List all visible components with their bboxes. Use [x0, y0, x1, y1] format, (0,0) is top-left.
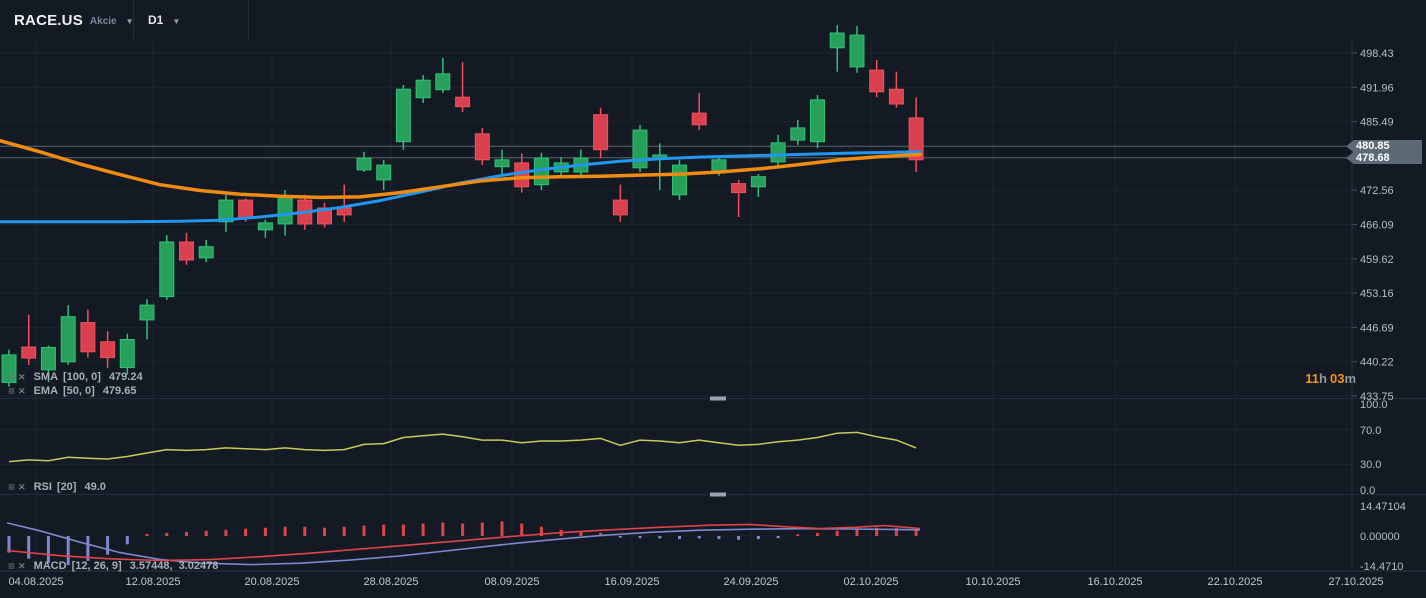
gridlines: [0, 42, 1357, 571]
indicator-params: [12, 26, 9]: [72, 560, 122, 572]
countdown-minutes-unit: m: [1344, 371, 1356, 386]
timeframe-label: D1: [148, 13, 163, 27]
indicator-legend-macd: ≡ ✕ MACD [12, 26, 9] 3.57448, 3.02478: [8, 559, 218, 573]
candles-layer: [2, 25, 923, 387]
price-axis-area[interactable]: [1352, 42, 1426, 571]
chevron-down-icon: ▼: [172, 17, 180, 26]
indicator-legend-sma: ≡ ✕ SMA [100, 0] 479.24: [8, 370, 143, 384]
indicator-params: [20]: [57, 481, 77, 493]
timeframe-selector[interactable]: D1 ▼: [148, 0, 180, 40]
pane-resize-handle[interactable]: [710, 493, 726, 497]
trading-chart-window: 498.43491.96485.49472.56466.09459.62453.…: [0, 0, 1426, 598]
instrument-type-label: Akcie: [90, 16, 117, 27]
indicator-name: EMA: [34, 385, 58, 397]
indicator-settings-icon[interactable]: ≡: [8, 371, 15, 383]
indicator-params: [50, 0]: [63, 385, 95, 397]
indicator-legend-rsi: ≡ ✕ RSI [20] 49.0: [8, 480, 106, 494]
indicator-remove-icon[interactable]: ✕: [18, 560, 26, 572]
rsi-line: [9, 432, 916, 461]
indicator-name: SMA: [34, 371, 58, 383]
indicator-remove-icon[interactable]: ✕: [18, 385, 26, 397]
indicator-value: 3.57448, 3.02478: [130, 560, 219, 572]
chart-topbar: RACE.US Akcie ▼ D1 ▼: [0, 0, 1426, 40]
countdown-minutes: 03: [1330, 371, 1344, 386]
indicator-remove-icon[interactable]: ✕: [18, 371, 26, 383]
indicator-legend-ema: ≡ ✕ EMA [50, 0] 479.65: [8, 384, 136, 398]
indicator-settings-icon[interactable]: ≡: [8, 385, 15, 397]
chart-canvas[interactable]: 498.43491.96485.49472.56466.09459.62453.…: [0, 0, 1426, 598]
symbol-label: RACE.US: [14, 12, 83, 29]
countdown-hours-unit: h: [1319, 371, 1327, 386]
price-badge-current: 480.85: [1346, 140, 1422, 153]
indicator-name: RSI: [34, 481, 52, 493]
indicator-settings-icon[interactable]: ≡: [8, 481, 15, 493]
symbol-selector[interactable]: RACE.US Akcie ▼: [14, 0, 134, 40]
indicator-settings-icon[interactable]: ≡: [8, 560, 15, 572]
pane-resize-handle[interactable]: [710, 397, 726, 401]
topbar-separator: [248, 0, 249, 40]
indicator-value: 479.24: [109, 371, 143, 383]
indicator-remove-icon[interactable]: ✕: [18, 481, 26, 493]
indicator-value: 479.65: [103, 385, 137, 397]
time-axis-area[interactable]: [0, 571, 1426, 598]
candle-countdown: 11h03m: [1292, 371, 1356, 386]
indicator-name: MACD: [34, 560, 67, 572]
price-badge-close: 478.68: [1346, 152, 1422, 165]
indicator-value: 49.0: [84, 481, 105, 493]
countdown-hours: 11: [1305, 371, 1319, 386]
topbar-separator: [133, 0, 134, 40]
indicator-params: [100, 0]: [63, 371, 101, 383]
